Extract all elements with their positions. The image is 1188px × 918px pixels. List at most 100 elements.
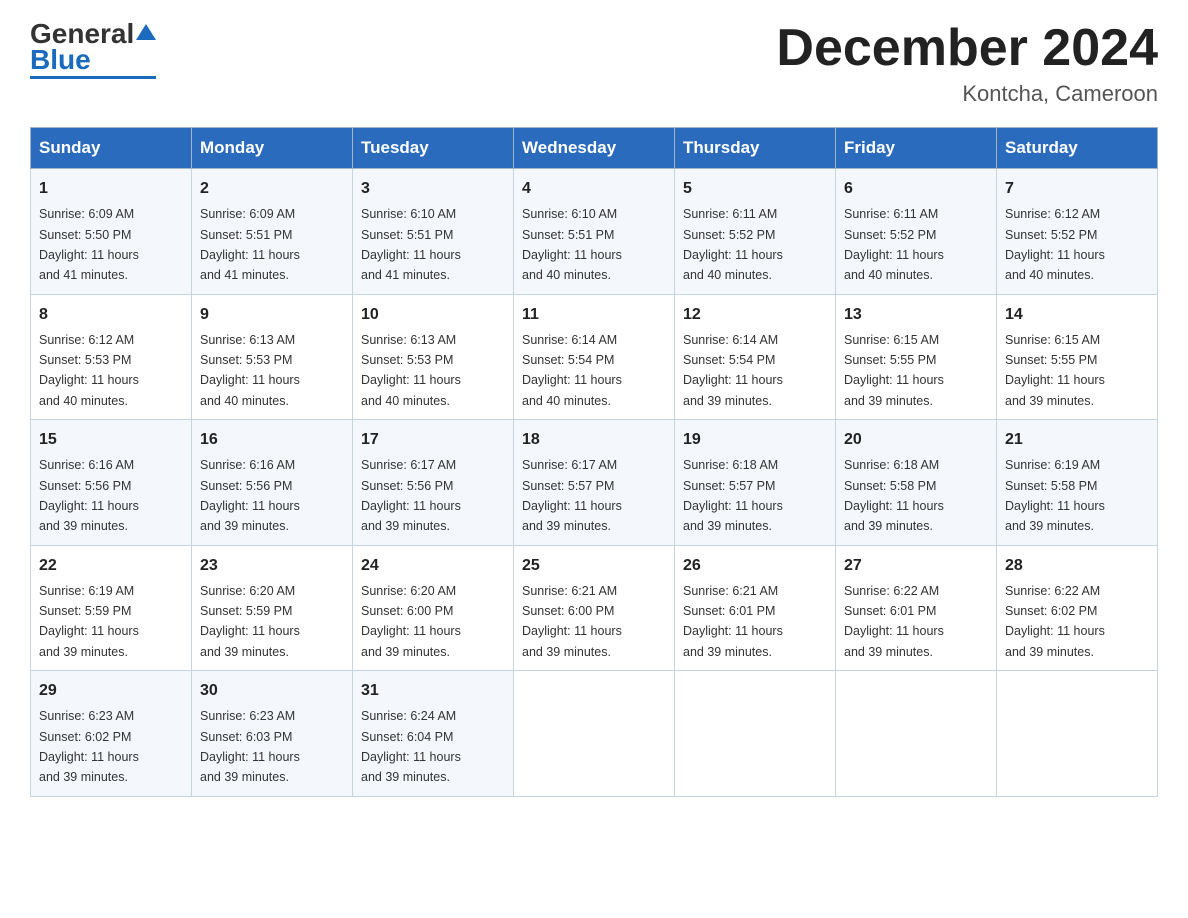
calendar-header: Sunday Monday Tuesday Wednesday Thursday…	[31, 128, 1158, 169]
day-info: Sunrise: 6:13 AMSunset: 5:53 PMDaylight:…	[361, 333, 461, 408]
day-number: 3	[361, 177, 505, 201]
week-row-5: 29 Sunrise: 6:23 AMSunset: 6:02 PMDaylig…	[31, 671, 1158, 797]
day-cell-1: 1 Sunrise: 6:09 AMSunset: 5:50 PMDayligh…	[31, 169, 192, 295]
day-cell-31: 31 Sunrise: 6:24 AMSunset: 6:04 PMDaylig…	[353, 671, 514, 797]
empty-cell-w4d4	[675, 671, 836, 797]
week-row-4: 22 Sunrise: 6:19 AMSunset: 5:59 PMDaylig…	[31, 545, 1158, 671]
day-cell-14: 14 Sunrise: 6:15 AMSunset: 5:55 PMDaylig…	[997, 294, 1158, 420]
day-number: 31	[361, 679, 505, 703]
day-info: Sunrise: 6:16 AMSunset: 5:56 PMDaylight:…	[39, 458, 139, 533]
day-number: 11	[522, 303, 666, 327]
day-info: Sunrise: 6:10 AMSunset: 5:51 PMDaylight:…	[361, 207, 461, 282]
day-cell-6: 6 Sunrise: 6:11 AMSunset: 5:52 PMDayligh…	[836, 169, 997, 295]
day-cell-2: 2 Sunrise: 6:09 AMSunset: 5:51 PMDayligh…	[192, 169, 353, 295]
day-info: Sunrise: 6:19 AMSunset: 5:58 PMDaylight:…	[1005, 458, 1105, 533]
logo-blue-text: Blue	[30, 46, 91, 74]
day-info: Sunrise: 6:21 AMSunset: 6:01 PMDaylight:…	[683, 584, 783, 659]
day-info: Sunrise: 6:13 AMSunset: 5:53 PMDaylight:…	[200, 333, 300, 408]
col-friday: Friday	[836, 128, 997, 169]
day-number: 14	[1005, 303, 1149, 327]
day-number: 5	[683, 177, 827, 201]
day-number: 10	[361, 303, 505, 327]
day-info: Sunrise: 6:19 AMSunset: 5:59 PMDaylight:…	[39, 584, 139, 659]
day-info: Sunrise: 6:16 AMSunset: 5:56 PMDaylight:…	[200, 458, 300, 533]
day-number: 18	[522, 428, 666, 452]
location-text: Kontcha, Cameroon	[776, 81, 1158, 107]
day-cell-11: 11 Sunrise: 6:14 AMSunset: 5:54 PMDaylig…	[514, 294, 675, 420]
empty-cell-w4d5	[836, 671, 997, 797]
day-info: Sunrise: 6:18 AMSunset: 5:58 PMDaylight:…	[844, 458, 944, 533]
day-number: 30	[200, 679, 344, 703]
week-row-2: 8 Sunrise: 6:12 AMSunset: 5:53 PMDayligh…	[31, 294, 1158, 420]
logo: General Blue	[30, 20, 156, 79]
day-cell-16: 16 Sunrise: 6:16 AMSunset: 5:56 PMDaylig…	[192, 420, 353, 546]
day-cell-10: 10 Sunrise: 6:13 AMSunset: 5:53 PMDaylig…	[353, 294, 514, 420]
day-info: Sunrise: 6:14 AMSunset: 5:54 PMDaylight:…	[522, 333, 622, 408]
day-info: Sunrise: 6:12 AMSunset: 5:52 PMDaylight:…	[1005, 207, 1105, 282]
day-cell-18: 18 Sunrise: 6:17 AMSunset: 5:57 PMDaylig…	[514, 420, 675, 546]
day-cell-4: 4 Sunrise: 6:10 AMSunset: 5:51 PMDayligh…	[514, 169, 675, 295]
day-info: Sunrise: 6:22 AMSunset: 6:01 PMDaylight:…	[844, 584, 944, 659]
day-number: 24	[361, 554, 505, 578]
day-number: 20	[844, 428, 988, 452]
empty-cell-w4d3	[514, 671, 675, 797]
day-number: 26	[683, 554, 827, 578]
calendar-table: Sunday Monday Tuesday Wednesday Thursday…	[30, 127, 1158, 797]
empty-cell-w4d6	[997, 671, 1158, 797]
day-number: 7	[1005, 177, 1149, 201]
day-cell-17: 17 Sunrise: 6:17 AMSunset: 5:56 PMDaylig…	[353, 420, 514, 546]
day-cell-21: 21 Sunrise: 6:19 AMSunset: 5:58 PMDaylig…	[997, 420, 1158, 546]
day-cell-26: 26 Sunrise: 6:21 AMSunset: 6:01 PMDaylig…	[675, 545, 836, 671]
day-cell-5: 5 Sunrise: 6:11 AMSunset: 5:52 PMDayligh…	[675, 169, 836, 295]
day-info: Sunrise: 6:23 AMSunset: 6:02 PMDaylight:…	[39, 709, 139, 784]
day-info: Sunrise: 6:20 AMSunset: 6:00 PMDaylight:…	[361, 584, 461, 659]
day-number: 21	[1005, 428, 1149, 452]
day-number: 17	[361, 428, 505, 452]
day-info: Sunrise: 6:20 AMSunset: 5:59 PMDaylight:…	[200, 584, 300, 659]
day-number: 16	[200, 428, 344, 452]
day-cell-12: 12 Sunrise: 6:14 AMSunset: 5:54 PMDaylig…	[675, 294, 836, 420]
day-info: Sunrise: 6:15 AMSunset: 5:55 PMDaylight:…	[844, 333, 944, 408]
day-number: 6	[844, 177, 988, 201]
day-info: Sunrise: 6:12 AMSunset: 5:53 PMDaylight:…	[39, 333, 139, 408]
day-cell-27: 27 Sunrise: 6:22 AMSunset: 6:01 PMDaylig…	[836, 545, 997, 671]
title-section: December 2024 Kontcha, Cameroon	[776, 20, 1158, 107]
day-number: 29	[39, 679, 183, 703]
day-cell-15: 15 Sunrise: 6:16 AMSunset: 5:56 PMDaylig…	[31, 420, 192, 546]
day-info: Sunrise: 6:15 AMSunset: 5:55 PMDaylight:…	[1005, 333, 1105, 408]
day-number: 27	[844, 554, 988, 578]
day-cell-8: 8 Sunrise: 6:12 AMSunset: 5:53 PMDayligh…	[31, 294, 192, 420]
day-info: Sunrise: 6:10 AMSunset: 5:51 PMDaylight:…	[522, 207, 622, 282]
logo-underline	[30, 76, 156, 79]
day-info: Sunrise: 6:11 AMSunset: 5:52 PMDaylight:…	[683, 207, 783, 282]
day-cell-7: 7 Sunrise: 6:12 AMSunset: 5:52 PMDayligh…	[997, 169, 1158, 295]
day-cell-28: 28 Sunrise: 6:22 AMSunset: 6:02 PMDaylig…	[997, 545, 1158, 671]
day-number: 19	[683, 428, 827, 452]
day-cell-3: 3 Sunrise: 6:10 AMSunset: 5:51 PMDayligh…	[353, 169, 514, 295]
day-cell-29: 29 Sunrise: 6:23 AMSunset: 6:02 PMDaylig…	[31, 671, 192, 797]
day-info: Sunrise: 6:22 AMSunset: 6:02 PMDaylight:…	[1005, 584, 1105, 659]
day-number: 12	[683, 303, 827, 327]
col-saturday: Saturday	[997, 128, 1158, 169]
week-row-3: 15 Sunrise: 6:16 AMSunset: 5:56 PMDaylig…	[31, 420, 1158, 546]
col-tuesday: Tuesday	[353, 128, 514, 169]
col-wednesday: Wednesday	[514, 128, 675, 169]
header-row: Sunday Monday Tuesday Wednesday Thursday…	[31, 128, 1158, 169]
day-number: 8	[39, 303, 183, 327]
day-number: 1	[39, 177, 183, 201]
day-number: 25	[522, 554, 666, 578]
col-thursday: Thursday	[675, 128, 836, 169]
day-cell-20: 20 Sunrise: 6:18 AMSunset: 5:58 PMDaylig…	[836, 420, 997, 546]
day-info: Sunrise: 6:24 AMSunset: 6:04 PMDaylight:…	[361, 709, 461, 784]
day-number: 23	[200, 554, 344, 578]
day-info: Sunrise: 6:21 AMSunset: 6:00 PMDaylight:…	[522, 584, 622, 659]
day-info: Sunrise: 6:09 AMSunset: 5:51 PMDaylight:…	[200, 207, 300, 282]
logo-triangle-icon	[136, 22, 156, 42]
header: General Blue December 2024 Kontcha, Came…	[30, 20, 1158, 107]
page: General Blue December 2024 Kontcha, Came…	[0, 0, 1188, 817]
day-number: 9	[200, 303, 344, 327]
day-number: 15	[39, 428, 183, 452]
day-cell-30: 30 Sunrise: 6:23 AMSunset: 6:03 PMDaylig…	[192, 671, 353, 797]
day-cell-19: 19 Sunrise: 6:18 AMSunset: 5:57 PMDaylig…	[675, 420, 836, 546]
day-cell-23: 23 Sunrise: 6:20 AMSunset: 5:59 PMDaylig…	[192, 545, 353, 671]
